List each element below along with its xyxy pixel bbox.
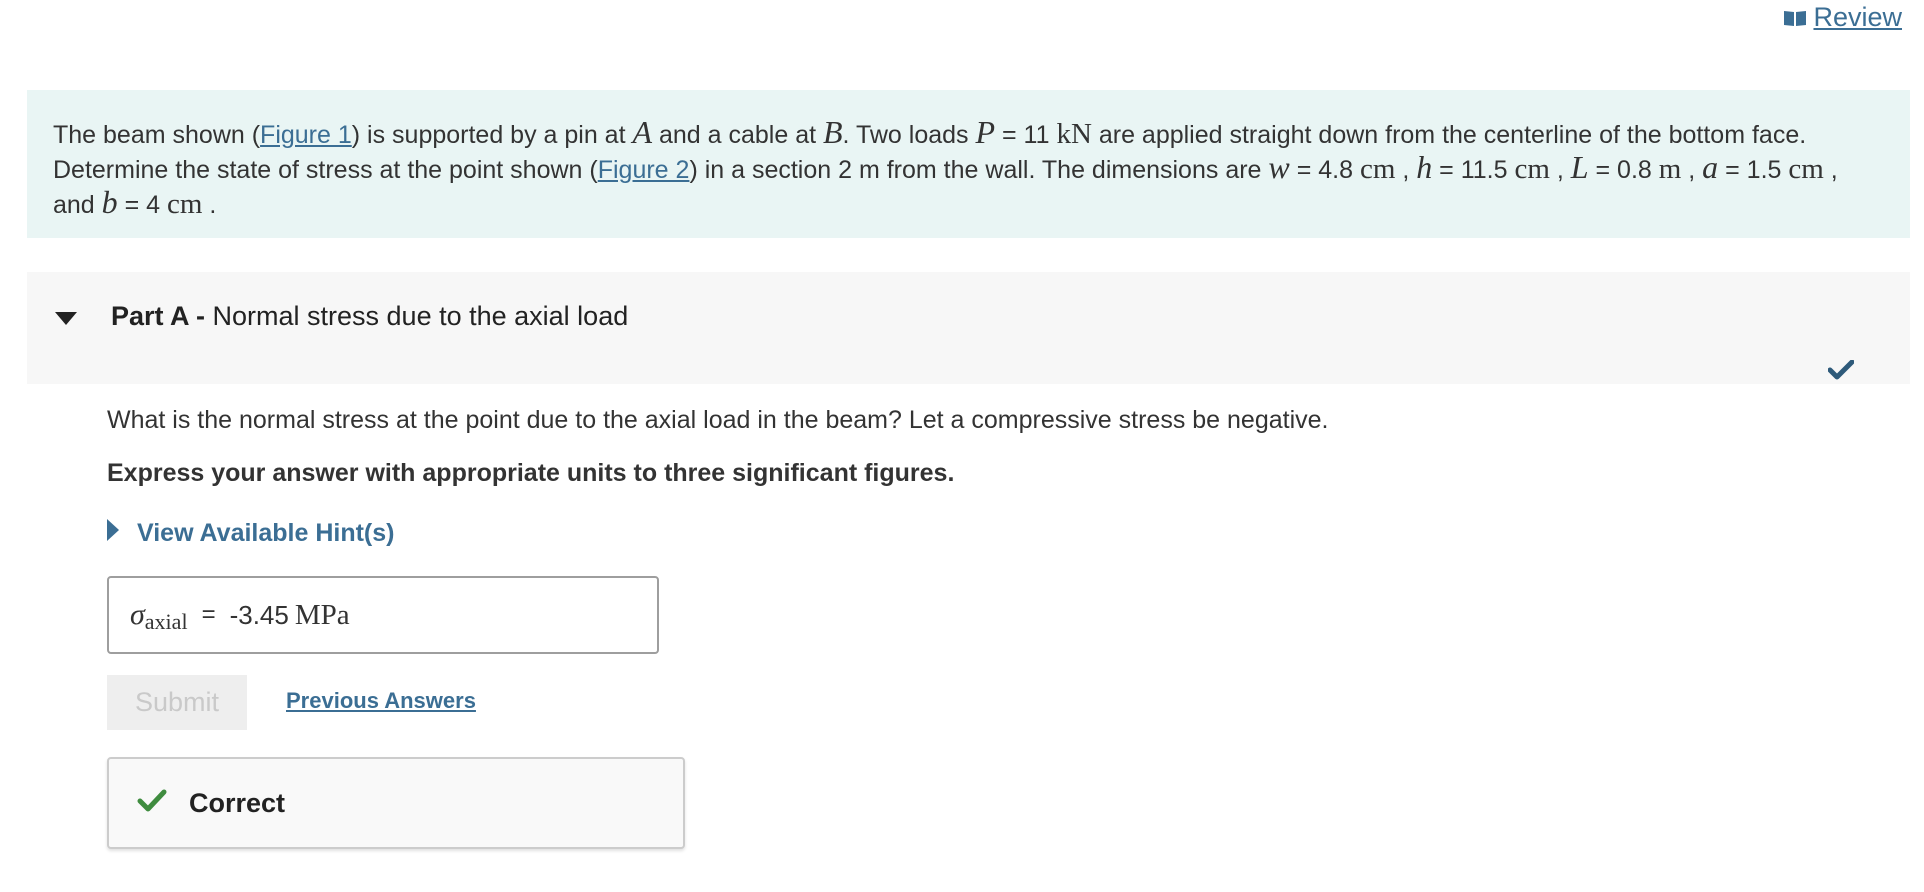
view-hints-toggle[interactable]: View Available Hint(s)	[107, 519, 394, 548]
problem-text: .	[202, 191, 217, 219]
unit-m: m	[1658, 153, 1682, 185]
math-var-p: P	[975, 114, 996, 150]
answer-symbol: σ	[130, 598, 145, 631]
answer-field[interactable]: σ axial = -3.45 MPa	[107, 576, 659, 654]
feedback-correct: Correct	[107, 757, 685, 849]
math-var-b-point: B	[823, 114, 843, 150]
problem-text: = 4.8	[1289, 156, 1360, 184]
problem-text: The beam shown (	[53, 121, 261, 149]
math-var-b: b	[101, 184, 118, 220]
part-title: Part A - Normal stress due to the axial …	[111, 301, 628, 332]
caret-right-icon	[107, 519, 119, 548]
part-a-header[interactable]: Part A - Normal stress due to the axial …	[27, 272, 1910, 384]
figure-1-link[interactable]: Figure 1	[260, 121, 352, 149]
problem-text: = 11	[995, 121, 1057, 149]
answer-subscript: axial	[144, 609, 188, 634]
problem-text: ,	[1681, 156, 1703, 184]
unit-cm: cm	[167, 188, 203, 220]
problem-text: . Two loads	[842, 121, 976, 149]
part-title-text: Normal stress due to the axial load	[212, 301, 629, 331]
problem-text: = 1.5	[1718, 156, 1789, 184]
question-text: What is the normal stress at the point d…	[107, 406, 1329, 434]
review-label: Review	[1813, 2, 1902, 32]
answer-equals: =	[201, 601, 216, 628]
unit-cm: cm	[1359, 153, 1396, 185]
problem-text: = 4	[117, 191, 168, 219]
unit-cm: cm	[1514, 153, 1550, 185]
problem-text: ) is supported by a pin at	[351, 121, 633, 149]
figure-2-link[interactable]: Figure 2	[598, 156, 690, 184]
problem-text: and a cable at	[652, 121, 823, 149]
answer-unit[interactable]: MPa	[295, 599, 350, 632]
math-var-a: a	[1702, 149, 1719, 185]
previous-answers-link[interactable]: Previous Answers	[286, 688, 476, 714]
problem-statement: The beam shown (Figure 1) is supported b…	[27, 90, 1910, 238]
problem-text: = 11.5	[1432, 156, 1515, 184]
problem-text: = 0.8	[1588, 156, 1659, 184]
caret-down-icon[interactable]	[55, 312, 77, 330]
math-var-h: h	[1416, 149, 1433, 185]
unit-kn: kN	[1056, 118, 1092, 150]
unit-cm: cm	[1788, 153, 1824, 185]
feedback-label: Correct	[189, 787, 286, 818]
checkmark-icon	[1827, 359, 1855, 385]
problem-text: ,	[1395, 156, 1417, 184]
check-icon	[137, 789, 167, 818]
problem-text: ,	[1549, 156, 1571, 184]
math-var-l: L	[1570, 149, 1589, 185]
submit-button[interactable]: Submit	[107, 675, 247, 730]
hint-label: View Available Hint(s)	[137, 519, 395, 547]
answer-value[interactable]: -3.45	[230, 600, 289, 631]
book-icon	[1783, 9, 1807, 27]
math-var-a-point: A	[632, 114, 653, 150]
problem-text: ) in a section 2 m from the wall. The di…	[689, 156, 1269, 184]
part-label: Part A -	[111, 301, 213, 331]
review-link[interactable]: Review	[1783, 2, 1902, 33]
math-var-w: w	[1268, 149, 1290, 185]
instruction-text: Express your answer with appropriate uni…	[107, 459, 955, 487]
